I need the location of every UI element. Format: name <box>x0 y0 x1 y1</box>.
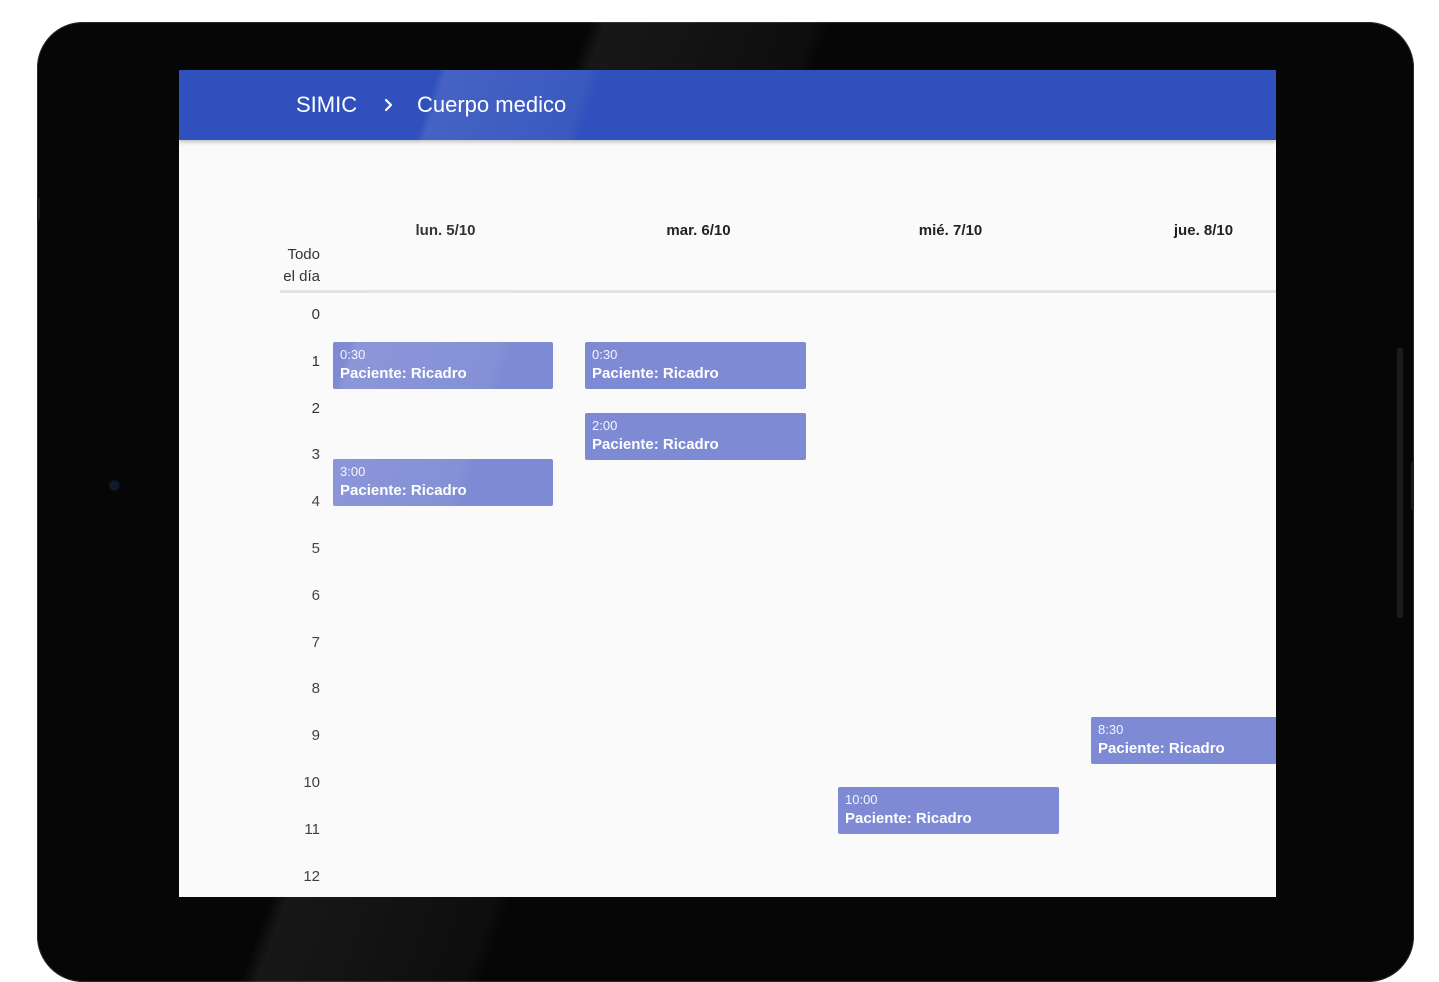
all-day-label-line2: el día <box>283 268 320 285</box>
hour-label-0: 0 <box>311 306 320 323</box>
event-time: 0:30 <box>592 347 618 363</box>
calendar-event[interactable]: 2:00 Paciente: Ricadro <box>585 412 806 460</box>
calendar-event[interactable]: 8:30 Paciente: Ricadro <box>1091 716 1276 764</box>
calendar-event[interactable]: 0:30 Paciente: Ricadro <box>333 342 553 390</box>
hour-label-6: 6 <box>311 586 320 604</box>
hour-label-4: 4 <box>311 493 320 511</box>
event-time: 2:00 <box>592 417 618 433</box>
calendar-event[interactable]: 3:00 Paciente: Ricadro <box>333 459 553 507</box>
hour-label-10: 10 <box>303 774 320 791</box>
hour-label-8: 8 <box>311 680 320 698</box>
all-day-label: Todo el día <box>274 244 320 288</box>
hour-label-9: 9 <box>311 727 320 745</box>
calendar-event[interactable]: 10:00 Paciente: Ricadro <box>838 787 1059 834</box>
app-screen: SIMIC Cuerpo medico Todo el día lun. 5/1… <box>179 70 1276 897</box>
breadcrumb-app-title[interactable]: SIMIC <box>296 91 357 119</box>
calendar-event[interactable]: 0:30 Paciente: Ricadro <box>585 342 806 390</box>
all-day-divider <box>280 290 1276 293</box>
power-button <box>1411 462 1414 510</box>
all-day-label-line1: Todo <box>287 246 320 263</box>
event-title: Paciente: Ricadro <box>845 810 972 827</box>
volume-button <box>1397 348 1403 618</box>
hour-label-11: 11 <box>304 820 320 838</box>
hour-label-3: 3 <box>311 446 320 464</box>
day-header-lun[interactable]: lun. 5/10 <box>319 222 572 239</box>
hour-label-7: 7 <box>311 633 320 651</box>
day-header-mar[interactable]: mar. 6/10 <box>572 222 825 239</box>
app-bar: SIMIC Cuerpo medico <box>179 70 1276 140</box>
event-title: Paciente: Ricadro <box>340 482 467 500</box>
event-title: Paciente: Ricadro <box>340 365 467 383</box>
event-title: Paciente: Ricadro <box>592 435 719 453</box>
event-time: 10:00 <box>845 792 878 807</box>
day-header-mie[interactable]: mié. 7/10 <box>824 222 1077 239</box>
hour-label-2: 2 <box>311 399 320 417</box>
day-header-jue[interactable]: jue. 8/10 <box>1077 222 1276 239</box>
side-sensor <box>37 198 40 220</box>
event-time: 8:30 <box>1098 721 1124 737</box>
hour-label-1: 1 <box>311 352 320 370</box>
event-time: 3:00 <box>340 464 366 480</box>
chevron-right-icon <box>384 98 393 112</box>
breadcrumb-section-title: Cuerpo medico <box>417 92 567 117</box>
event-time: 0:30 <box>340 347 366 363</box>
hour-label-12: 12 <box>303 867 320 885</box>
camera-icon <box>110 481 119 490</box>
hour-label-5: 5 <box>311 540 320 557</box>
event-title: Paciente: Ricadro <box>592 365 719 383</box>
event-title: Paciente: Ricadro <box>1098 739 1225 757</box>
